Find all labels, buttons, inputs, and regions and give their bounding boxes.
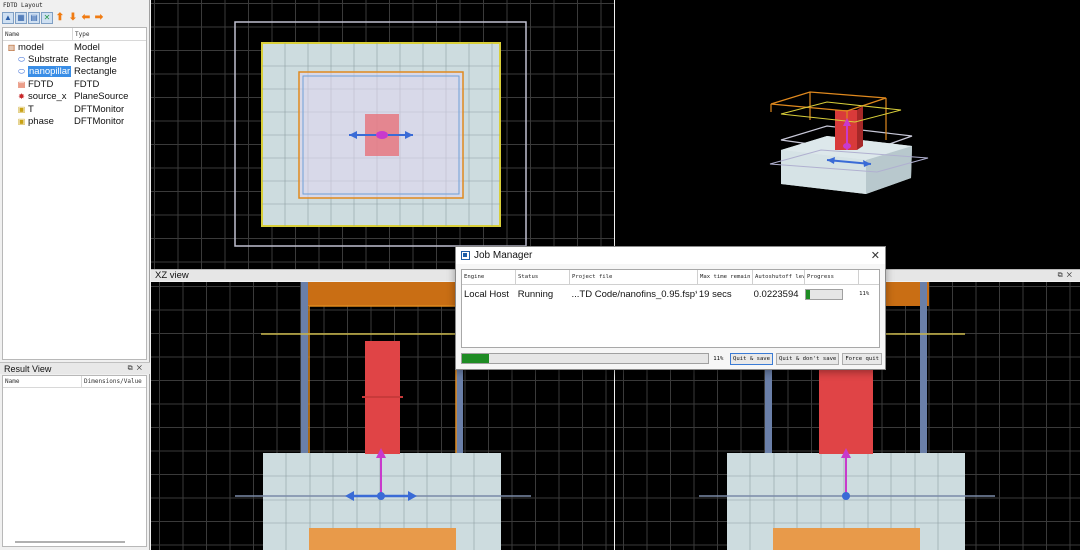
layout-toolbar: ▲ ▦ ▤ ✕ ⬆ ⬇ ⬅ ➡ <box>0 10 149 25</box>
job-progress-cell <box>803 288 857 300</box>
tree-item-type: FDTD <box>74 78 100 90</box>
tree-item-source-x[interactable]: ✸ source_x PlaneSource <box>3 91 146 103</box>
tree-item-name: source_x <box>28 91 67 103</box>
tree-item-name-cell: ▥ model <box>3 42 74 53</box>
tree-item-name: T <box>28 103 34 115</box>
monitor-icon: ▣ <box>17 104 26 114</box>
col-project-file[interactable]: Project file <box>570 270 698 284</box>
tree-item-name-cell: ✸ source_x <box>3 91 74 102</box>
tree-item-name: Substrate <box>28 54 69 66</box>
col-time-remain[interactable]: Max time remain <box>698 270 753 284</box>
tree-item-name-cell: ⬭ Substrate <box>3 54 74 65</box>
tree-item-name-cell: ▣ T <box>3 104 74 115</box>
xy-view[interactable] <box>151 0 614 269</box>
xz-view-title: XZ view <box>155 270 189 281</box>
tree-item-nanopillar[interactable]: ⬭ nanopillar Rectangle <box>3 66 146 78</box>
monitor-icon: ▣ <box>17 117 26 127</box>
xy-view-canvas <box>234 21 527 247</box>
tree-item-type: Rectangle <box>74 54 117 66</box>
fdtd-icon: ▤ <box>17 79 26 89</box>
tree-item-name: nanopillar <box>28 66 72 78</box>
tree-item-type: Rectangle <box>74 66 117 78</box>
group-icon[interactable]: ▦ <box>15 11 27 24</box>
tree-item-fdtd[interactable]: ▤ FDTD FDTD <box>3 78 146 90</box>
tree-col-name[interactable]: Name <box>3 28 73 40</box>
job-manager-footer: 11% Quit & save Quit & don't save Force … <box>461 352 882 365</box>
job-manager-dialog: Job Manager ✕ Engine Status Project file… <box>455 246 886 370</box>
source-icon: ✸ <box>18 92 25 102</box>
job-time-remaining: 19 secs <box>698 288 732 300</box>
job-status: Running <box>517 288 554 300</box>
job-table-header: Engine Status Project file Max time rema… <box>462 270 879 285</box>
result-view-titlebar: Result View ⧉✕ <box>0 362 150 374</box>
job-manager-title: Job Manager <box>474 250 533 261</box>
job-progress-fill <box>806 289 811 299</box>
move-icon[interactable]: ✕ <box>41 11 53 24</box>
tree-item-name: FDTD <box>28 78 54 90</box>
perspective-canvas <box>769 91 929 194</box>
job-project-file: ...TD Code/nanofins_0.95.fsp* <box>571 288 697 300</box>
job-engine: Local Host <box>464 288 509 300</box>
force-quit-button[interactable]: Force quit <box>842 352 882 365</box>
arrow-right-icon[interactable]: ➡ <box>93 12 105 24</box>
tree-item-phase[interactable]: ▣ phase DFTMonitor <box>3 115 146 127</box>
tree-item-type: PlaneSource <box>74 91 129 103</box>
job-progress-bar <box>805 288 844 300</box>
select-icon[interactable]: ▲ <box>2 11 14 24</box>
result-col-name[interactable]: Name <box>3 376 82 387</box>
overall-progress-label: 11% <box>713 355 724 362</box>
tree-item-name-cell: ▤ FDTD <box>3 79 74 90</box>
tree-item-substrate[interactable]: ⬭ Substrate Rectangle <box>3 53 146 65</box>
object-tree-panel: FDTD Layout ▲ ▦ ▤ ✕ ⬆ ⬇ ⬅ ➡ Name Type ▥ m… <box>0 0 150 550</box>
arrow-left-icon[interactable]: ⬅ <box>80 12 92 24</box>
col-engine[interactable]: Engine <box>462 270 516 284</box>
job-table: Engine Status Project file Max time rema… <box>461 269 880 348</box>
grid-icon[interactable]: ▤ <box>28 11 40 24</box>
result-view-panel: Result View ⧉✕ Name Dimensions/Value <box>0 362 150 550</box>
model-icon: ▥ <box>7 42 16 52</box>
arrow-down-icon[interactable]: ⬇ <box>67 12 79 24</box>
perspective-view[interactable] <box>615 0 1080 269</box>
object-tree: Name Type ▥ model Model ⬭ Substrate Rectangle… <box>2 27 147 360</box>
tree-col-type[interactable]: Type <box>73 31 89 38</box>
tree-item-name-cell: ⬭ nanopillar <box>3 66 74 78</box>
tree-item-type: Model <box>74 41 100 53</box>
tree-item-name: phase <box>28 116 54 128</box>
panel-title: FDTD Layout <box>3 2 43 9</box>
job-manager-titlebar[interactable]: Job Manager ✕ <box>456 247 885 264</box>
overall-progress-fill <box>462 354 490 363</box>
close-icon[interactable]: ✕ <box>871 249 880 262</box>
col-progress[interactable]: Progress <box>805 270 859 284</box>
result-table: Name Dimensions/Value <box>2 375 147 547</box>
col-status[interactable]: Status <box>516 270 570 284</box>
job-autoshutoff: 0.0223594 <box>753 288 799 300</box>
tree-header: Name Type <box>3 28 146 41</box>
pml-top <box>301 282 465 306</box>
tree-item-name: model <box>18 41 44 53</box>
horizontal-scrollbar[interactable] <box>15 541 125 543</box>
panel-controls[interactable]: ⧉✕ <box>128 365 146 373</box>
arrow-up-icon[interactable]: ⬆ <box>54 12 66 24</box>
tree-item-name-cell: ▣ phase <box>3 116 74 127</box>
tree-item-model[interactable]: ▥ model Model <box>3 41 146 53</box>
rectangle-icon: ⬭ <box>18 67 25 77</box>
tree-rows: ▥ model Model ⬭ Substrate Rectangle ⬭ nanopilla… <box>3 41 146 128</box>
app-logo-icon <box>461 251 470 260</box>
job-progress-label: 11% <box>859 291 870 297</box>
result-view-title: Result View <box>4 363 52 374</box>
source-center <box>376 131 388 139</box>
tree-item-t[interactable]: ▣ T DFTMonitor <box>3 103 146 115</box>
view-controls-right[interactable]: ⧉✕ <box>1058 272 1076 280</box>
tree-item-type: DFTMonitor <box>74 116 125 128</box>
quit-dont-save-button[interactable]: Quit & don't save <box>776 352 840 365</box>
job-row[interactable]: Local Host Running ...TD Code/nanofins_0… <box>462 285 879 303</box>
rectangle-icon: ⬭ <box>18 55 25 65</box>
quit-save-button[interactable]: Quit & save <box>730 352 774 365</box>
result-col-value[interactable]: Dimensions/Value <box>82 378 142 385</box>
tree-item-type: DFTMonitor <box>74 103 125 115</box>
result-header: Name Dimensions/Value <box>3 376 146 388</box>
overall-progress-bar <box>461 353 710 364</box>
app-window: FDTD Layout ▲ ▦ ▤ ✕ ⬆ ⬇ ⬅ ➡ Name Type ▥ m… <box>0 0 1080 550</box>
col-autoshutoff[interactable]: Autoshutoff lev <box>753 270 805 284</box>
